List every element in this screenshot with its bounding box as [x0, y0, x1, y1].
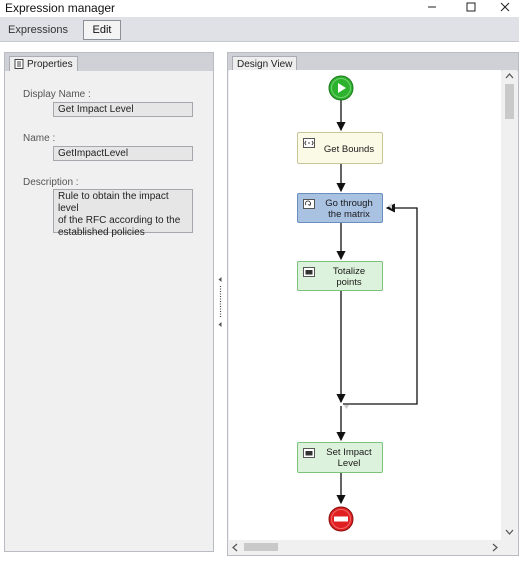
tab-properties[interactable]: Properties [9, 56, 78, 71]
display-name-field[interactable]: Get Impact Level [53, 102, 193, 117]
name-label: Name : [23, 133, 56, 144]
name-field[interactable]: GetImpactLevel [53, 146, 193, 161]
activity-label: Get Bounds [323, 144, 375, 155]
code-activity-icon [303, 138, 315, 148]
minimize-icon [428, 6, 436, 8]
description-field[interactable]: Rule to obtain the impact level of the R… [53, 189, 193, 238]
horizontal-scrollbar[interactable] [229, 540, 517, 554]
tab-edit[interactable]: Edit [83, 20, 121, 40]
scroll-right-icon[interactable] [492, 543, 498, 554]
maximize-icon [466, 2, 476, 12]
title-bar: Expression manager [0, 0, 519, 17]
play-start-icon [328, 75, 354, 101]
properties-panel-header: Properties [5, 53, 213, 71]
splitter-handle[interactable] [218, 276, 223, 328]
properties-sheet-icon [14, 59, 24, 69]
vertical-scrollbar[interactable] [502, 70, 517, 540]
toolbar: Expressions Edit [0, 17, 519, 42]
scroll-up-icon[interactable] [505, 73, 514, 81]
properties-tab-label: Properties [27, 58, 73, 70]
description-label: Description : [23, 177, 79, 188]
minimize-button[interactable] [417, 0, 447, 14]
activity-label: Level [337, 458, 361, 469]
assign-activity-icon [303, 267, 315, 277]
activity-set-impact-level[interactable]: Set Impact Level [297, 442, 383, 473]
maximize-button[interactable] [456, 0, 486, 14]
start-node[interactable] [328, 75, 354, 101]
description-line: Rule to obtain the impact level [58, 191, 169, 214]
activity-label: Totalize [332, 266, 366, 277]
description-line: of the RFC according to the [58, 215, 181, 226]
scroll-down-icon[interactable] [505, 529, 514, 537]
end-node[interactable] [328, 506, 354, 532]
window-title: Expression manager [5, 1, 116, 15]
horizontal-scroll-thumb[interactable] [244, 543, 278, 551]
assign-activity-icon [303, 448, 315, 458]
workflow-canvas[interactable]: Get Bounds Go through the matrix Totaliz… [229, 70, 501, 540]
close-button[interactable] [490, 0, 519, 14]
activity-label: the matrix [328, 209, 370, 220]
vertical-scroll-thumb[interactable] [505, 84, 514, 119]
display-name-label: Display Name : [23, 89, 91, 100]
loop-activity-icon [303, 199, 315, 209]
description-line: established policies [58, 227, 145, 238]
activity-totalize-points[interactable]: Totalize points [297, 261, 383, 291]
activity-label: points [336, 277, 362, 288]
tab-expressions[interactable]: Expressions [6, 20, 70, 40]
scroll-left-icon[interactable] [232, 543, 238, 554]
activity-label: Go through [325, 198, 373, 209]
activity-label: Set Impact [326, 447, 372, 458]
activity-get-bounds[interactable]: Get Bounds [297, 132, 383, 164]
design-view-panel-header: Design View [228, 53, 518, 71]
properties-panel: Properties Display Name : Get Impact Lev… [4, 52, 214, 552]
close-icon [500, 2, 510, 12]
tab-design-view[interactable]: Design View [232, 56, 298, 71]
activity-go-through-matrix[interactable]: Go through the matrix [297, 193, 383, 223]
stop-end-icon [328, 506, 354, 532]
